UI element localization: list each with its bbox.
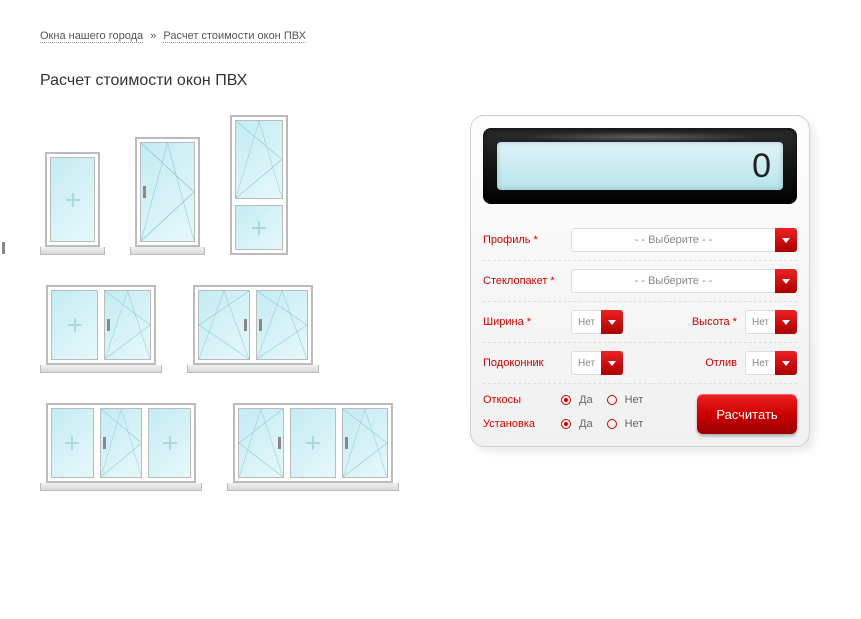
- install-label: Установка: [483, 418, 553, 430]
- breadcrumb-sep: »: [150, 30, 156, 42]
- glazing-select[interactable]: - - Выберите - -: [571, 269, 797, 293]
- install-no-label: Нет: [625, 418, 644, 430]
- ebb-label: Отлив: [705, 357, 737, 369]
- display-frame: 0: [483, 128, 797, 204]
- breadcrumb-current[interactable]: Расчет стоимости окон ПВХ: [163, 30, 306, 43]
- slopes-label: Откосы: [483, 394, 553, 406]
- breadcrumb-home[interactable]: Окна нашего города: [40, 30, 143, 43]
- breadcrumb: Окна нашего города » Расчет стоимости ок…: [40, 30, 821, 42]
- width-select-text: Нет: [571, 310, 601, 334]
- sill-select[interactable]: Нет: [571, 351, 623, 375]
- window-type-double-turntilt-turntilt[interactable]: [187, 285, 319, 373]
- window-type-triple-fixed-turntilt-fixed[interactable]: [40, 403, 202, 491]
- slopes-radio-yes[interactable]: [561, 395, 571, 405]
- window-type-triple-turntilt-fixed-turntilt[interactable]: [227, 403, 399, 491]
- chevron-down-icon[interactable]: [775, 351, 797, 375]
- ebb-select-text: Нет: [745, 351, 775, 375]
- chevron-down-icon[interactable]: [775, 228, 797, 252]
- profile-select[interactable]: - - Выберите - -: [571, 228, 797, 252]
- slopes-radio-group: Откосы Да Нет: [483, 394, 687, 406]
- chevron-down-icon[interactable]: [601, 310, 623, 334]
- price-display: 0: [497, 142, 783, 190]
- glazing-label: Стеклопакет *: [483, 275, 563, 287]
- sill-select-text: Нет: [571, 351, 601, 375]
- profile-select-text: - - Выберите - -: [571, 228, 775, 252]
- window-type-single-fixed[interactable]: [40, 152, 105, 255]
- window-gallery: [40, 115, 440, 491]
- install-radio-no[interactable]: [607, 419, 617, 429]
- width-label: Ширина *: [483, 316, 563, 328]
- chevron-down-icon[interactable]: [775, 269, 797, 293]
- width-select[interactable]: Нет: [571, 310, 623, 334]
- install-radio-group: Установка Да Нет: [483, 418, 687, 430]
- chevron-down-icon[interactable]: [775, 310, 797, 334]
- profile-label: Профиль *: [483, 234, 563, 246]
- page-title: Расчет стоимости окон ПВХ: [40, 72, 821, 90]
- calculator: 0 Профиль * - - Выберите - - Стеклопакет…: [470, 115, 810, 447]
- height-select-text: Нет: [745, 310, 775, 334]
- install-radio-yes[interactable]: [561, 419, 571, 429]
- chevron-down-icon[interactable]: [601, 351, 623, 375]
- sill-label: Подоконник: [483, 357, 563, 369]
- slopes-radio-no[interactable]: [607, 395, 617, 405]
- height-label: Высота *: [692, 316, 737, 328]
- window-type-double-fixed-turntilt[interactable]: [40, 285, 162, 373]
- slopes-no-label: Нет: [625, 394, 644, 406]
- ebb-select[interactable]: Нет: [745, 351, 797, 375]
- window-type-balcony-door[interactable]: [230, 115, 288, 255]
- height-select[interactable]: Нет: [745, 310, 797, 334]
- install-yes-label: Да: [579, 418, 593, 430]
- calculate-button[interactable]: Расчитать: [697, 394, 797, 434]
- glazing-select-text: - - Выберите - -: [571, 269, 775, 293]
- window-type-single-turntilt[interactable]: [130, 137, 205, 255]
- slopes-yes-label: Да: [579, 394, 593, 406]
